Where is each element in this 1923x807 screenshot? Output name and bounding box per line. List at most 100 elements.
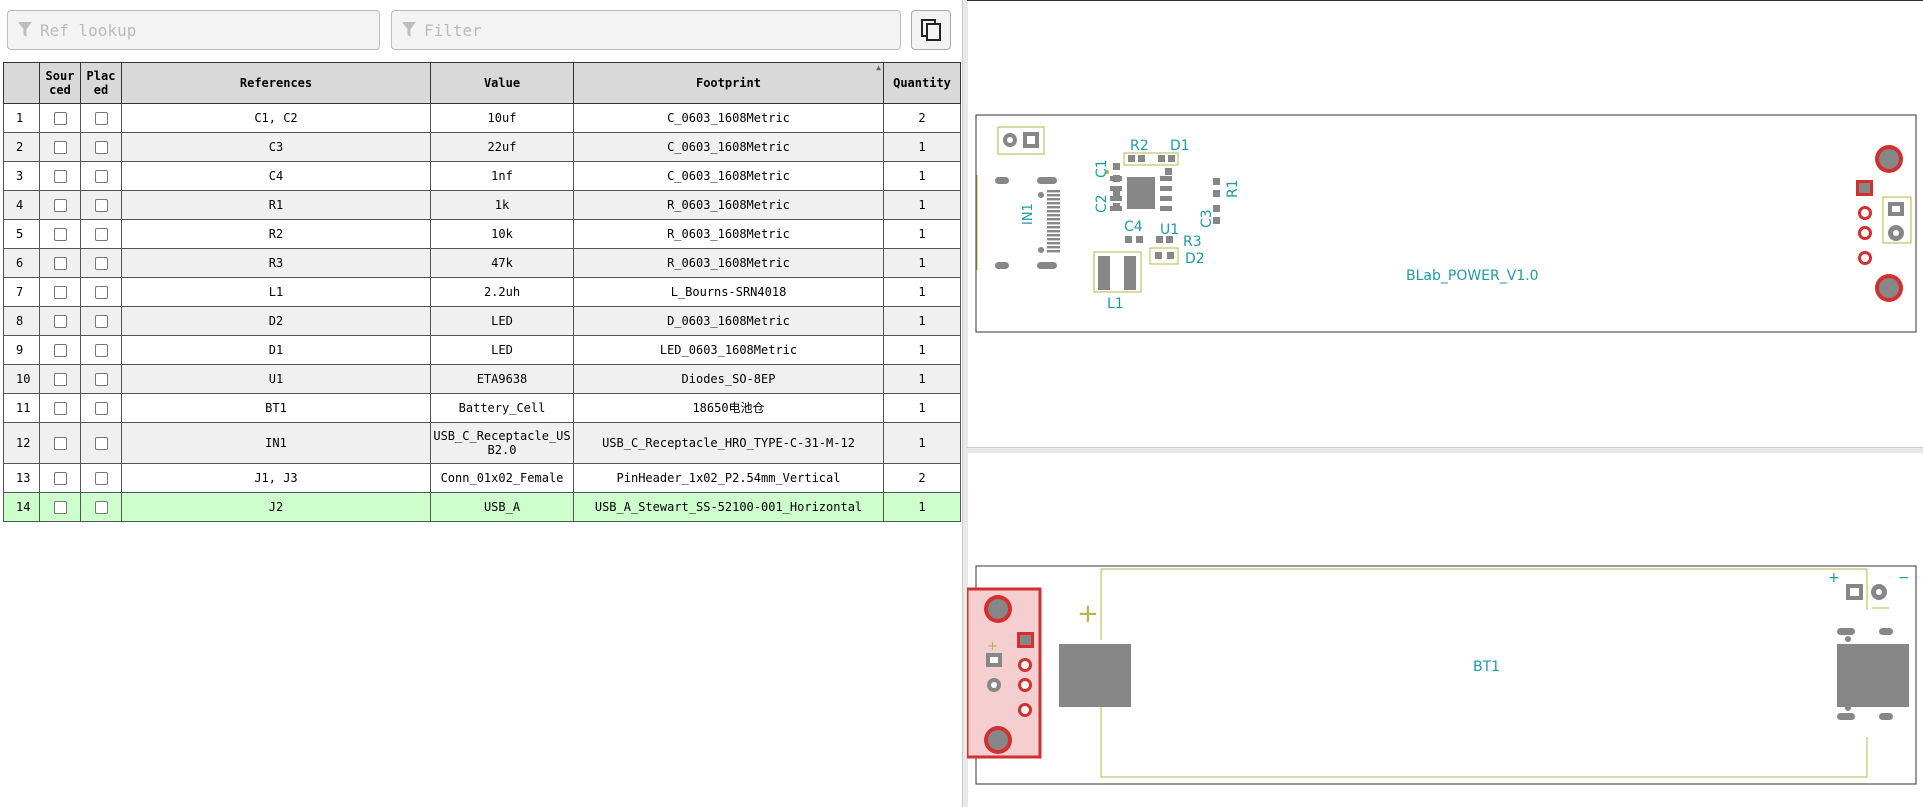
placed-checkbox[interactable]: [94, 257, 108, 270]
table-row[interactable]: 14 J2 USB_A USB_A_Stewart_SS-52100-001_Hori…: [3, 492, 961, 522]
col-sourced-header[interactable]: Sourced: [39, 62, 81, 104]
cell-index: 9: [3, 335, 40, 365]
footprint-in1[interactable]: IN1: [976, 175, 1060, 270]
placed-checkbox[interactable]: [94, 141, 108, 154]
table-row[interactable]: 6 R3 47k R_0603_1608Metric 1: [3, 248, 961, 278]
col-index-header[interactable]: [3, 62, 40, 104]
table-row[interactable]: 11 BT1 Battery_Cell 18650电池仓 1: [3, 393, 961, 423]
cell-index: 13: [3, 463, 40, 493]
placed-checkbox[interactable]: [94, 437, 108, 450]
cell-quantity: 1: [883, 492, 961, 522]
sourced-checkbox[interactable]: [53, 344, 67, 357]
cell-quantity: 1: [883, 132, 961, 162]
table-row[interactable]: 9 D1 LED LED_0603_1608Metric 1: [3, 335, 961, 365]
col-footprint-header[interactable]: Footprint ▲: [573, 62, 884, 104]
footprint-bt1[interactable]: + + − BT1: [1059, 568, 1910, 778]
footprint-l1[interactable]: [1093, 251, 1142, 293]
sourced-checkbox[interactable]: [53, 257, 67, 270]
col-references-header[interactable]: References: [121, 62, 431, 104]
placed-checkbox[interactable]: [94, 286, 108, 299]
sourced-checkbox[interactable]: [53, 315, 67, 328]
cell-placed: [80, 277, 122, 307]
footprint-j2-highlighted[interactable]: +: [967, 587, 1042, 759]
table-row[interactable]: 4 R1 1k R_0603_1608Metric 1: [3, 190, 961, 220]
cell-sourced: [39, 190, 81, 220]
cell-footprint: Diodes_SO-8EP: [573, 364, 884, 394]
sourced-checkbox[interactable]: [53, 112, 67, 125]
cell-placed: [80, 422, 122, 464]
cell-references: D1: [121, 335, 431, 365]
col-placed-header[interactable]: Placed: [80, 62, 122, 104]
sourced-checkbox[interactable]: [53, 402, 67, 415]
cell-value: ETA9638: [430, 364, 574, 394]
cell-references: D2: [121, 306, 431, 336]
label-c3: C3: [1199, 209, 1215, 228]
sourced-checkbox[interactable]: [53, 141, 67, 154]
cell-references: J1, J3: [121, 463, 431, 493]
label-r1: R1: [1225, 179, 1241, 198]
cell-quantity: 1: [883, 190, 961, 220]
cell-references: IN1: [121, 422, 431, 464]
cell-placed: [80, 335, 122, 365]
table-row[interactable]: 12 IN1 USB_C_Receptacle_USB2.0 USB_C_Recept…: [3, 422, 961, 464]
cell-footprint: LED_0603_1608Metric: [573, 335, 884, 365]
cell-footprint: C_0603_1608Metric: [573, 161, 884, 191]
label-c1: C1: [1094, 159, 1110, 178]
table-row[interactable]: 5 R2 10k R_0603_1608Metric 1: [3, 219, 961, 249]
footprint-j1[interactable]: [997, 126, 1045, 155]
sourced-checkbox[interactable]: [53, 373, 67, 386]
cell-quantity: 1: [883, 161, 961, 191]
table-row[interactable]: 10 U1 ETA9638 Diodes_SO-8EP 1: [3, 364, 961, 394]
label-r3: R3: [1183, 234, 1202, 250]
footprint-j3[interactable]: [1882, 196, 1912, 244]
back-pcb-canvas[interactable]: + + − BT1 +: [967, 452, 1923, 807]
sourced-checkbox[interactable]: [53, 228, 67, 241]
cell-value: 47k: [430, 248, 574, 278]
table-row[interactable]: 7 L1 2.2uh L_Bourns-SRN4018 1: [3, 277, 961, 307]
placed-checkbox[interactable]: [94, 228, 108, 241]
table-row[interactable]: 8 D2 LED D_0603_1608Metric 1: [3, 306, 961, 336]
filter-input[interactable]: Filter: [391, 10, 901, 50]
table-row[interactable]: 13 J1, J3 Conn_01x02_Female PinHeader_1x02_…: [3, 463, 961, 493]
placed-checkbox[interactable]: [94, 373, 108, 386]
cell-references: R2: [121, 219, 431, 249]
cell-quantity: 1: [883, 393, 961, 423]
placed-checkbox[interactable]: [94, 112, 108, 125]
sourced-checkbox[interactable]: [53, 170, 67, 183]
col-value-header[interactable]: Value: [430, 62, 574, 104]
sourced-checkbox[interactable]: [53, 437, 67, 450]
cell-value: LED: [430, 335, 574, 365]
placed-checkbox[interactable]: [94, 501, 108, 514]
front-pcb-canvas[interactable]: IN1 R2 D1 C1 C2 R1 C3 C4 U1 R3 D2 L1 BLa…: [967, 0, 1923, 447]
sourced-checkbox[interactable]: [53, 501, 67, 514]
cell-placed: [80, 161, 122, 191]
table-row[interactable]: 2 C3 22uf C_0603_1608Metric 1: [3, 132, 961, 162]
cell-footprint: R_0603_1608Metric: [573, 219, 884, 249]
sourced-checkbox[interactable]: [53, 286, 67, 299]
cell-placed: [80, 132, 122, 162]
placed-checkbox[interactable]: [94, 402, 108, 415]
cell-placed: [80, 492, 122, 522]
cell-footprint: L_Bourns-SRN4018: [573, 277, 884, 307]
sourced-checkbox[interactable]: [53, 199, 67, 212]
cell-placed: [80, 219, 122, 249]
copy-button[interactable]: [911, 10, 951, 50]
col-sourced-label: Sourced: [45, 69, 75, 97]
bt1-plus-label: +: [1828, 570, 1840, 586]
table-row[interactable]: 1 C1, C2 10uf C_0603_1608Metric 2: [3, 103, 961, 133]
cell-sourced: [39, 422, 81, 464]
placed-checkbox[interactable]: [94, 472, 108, 485]
col-quantity-header[interactable]: Quantity: [883, 62, 961, 104]
cell-placed: [80, 463, 122, 493]
placed-checkbox[interactable]: [94, 170, 108, 183]
ref-lookup-placeholder: Ref lookup: [40, 21, 137, 40]
placed-checkbox[interactable]: [94, 315, 108, 328]
bom-panel: Ref lookup Filter Sourced Placed Referen…: [0, 0, 962, 807]
placed-checkbox[interactable]: [94, 344, 108, 357]
table-row[interactable]: 3 C4 1nf C_0603_1608Metric 1: [3, 161, 961, 191]
placed-checkbox[interactable]: [94, 199, 108, 212]
ref-lookup-input[interactable]: Ref lookup: [7, 10, 380, 50]
sourced-checkbox[interactable]: [53, 472, 67, 485]
footprint-j2-front[interactable]: [1856, 145, 1903, 302]
label-r2: R2: [1130, 138, 1149, 154]
